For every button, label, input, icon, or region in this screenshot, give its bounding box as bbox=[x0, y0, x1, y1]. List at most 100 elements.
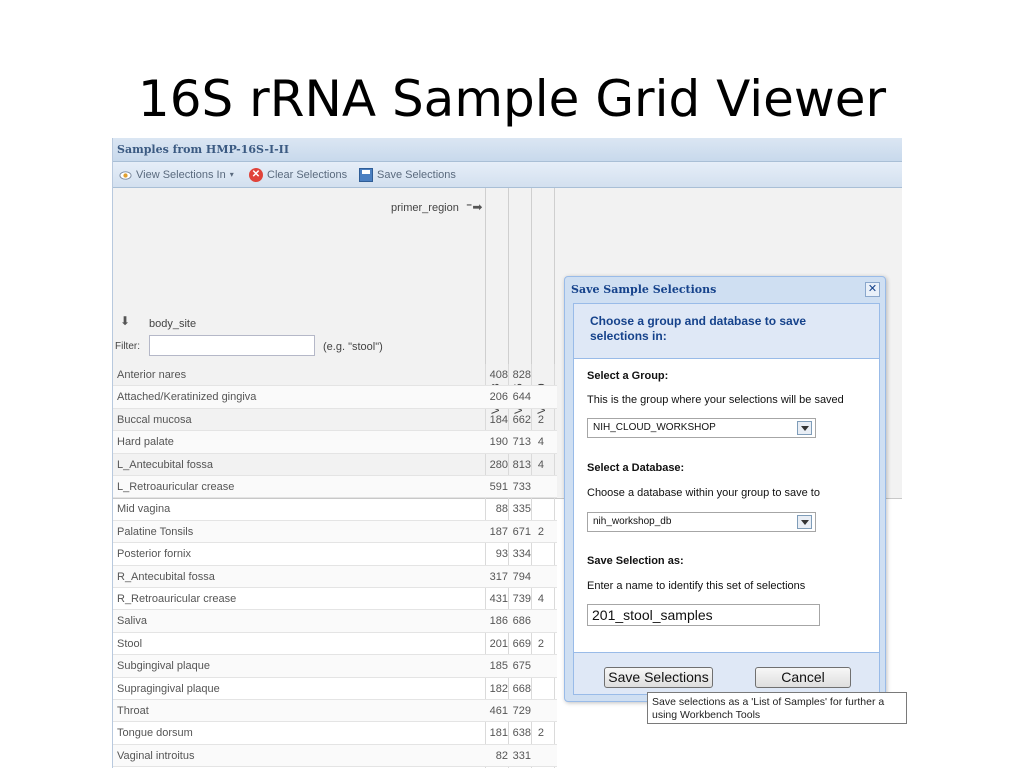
count-cell-v3-v5[interactable]: 794 bbox=[509, 566, 531, 588]
group-select[interactable]: NIH_CLOUD_WORKSHOP bbox=[587, 418, 816, 438]
count-cell-v3-v5[interactable]: 713 bbox=[509, 431, 531, 453]
count-cell-v6-v9[interactable]: 4 bbox=[532, 588, 544, 610]
primer-region-label: primer_region bbox=[391, 202, 459, 214]
clear-selections-button[interactable]: ✕ Clear Selections bbox=[249, 162, 347, 188]
cancel-button[interactable]: Cancel bbox=[755, 667, 851, 688]
table-row[interactable]: Subgingival plaque 185 675 bbox=[113, 655, 557, 678]
count-cell-v3-v5[interactable]: 686 bbox=[509, 610, 531, 632]
count-cell-v6-v9[interactable]: 2 bbox=[532, 633, 544, 655]
count-cell-v1-v3[interactable]: 461 bbox=[486, 700, 508, 722]
table-row[interactable]: R_Antecubital fossa 317 794 bbox=[113, 565, 557, 588]
count-cell-v3-v5[interactable]: 638 bbox=[509, 722, 531, 744]
clear-icon: ✕ bbox=[249, 168, 263, 182]
count-cell-v3-v5[interactable]: 334 bbox=[509, 543, 531, 565]
body-site-cell: Throat bbox=[117, 705, 149, 717]
count-cell-v3-v5[interactable]: 644 bbox=[509, 386, 531, 408]
count-cell-v1-v3[interactable]: 182 bbox=[486, 678, 508, 700]
count-cell-v1-v3[interactable]: 591 bbox=[486, 476, 508, 498]
select-database-text: Choose a database within your group to s… bbox=[587, 487, 820, 499]
count-cell-v1-v3[interactable]: 206 bbox=[486, 386, 508, 408]
table-row[interactable]: Saliva 186 686 bbox=[113, 610, 557, 633]
table-row[interactable]: Supragingival plaque 182 668 bbox=[113, 678, 557, 700]
pivot-right-arrow-icon[interactable]: ⁼➡ bbox=[466, 200, 482, 214]
save-selections-toolbar-button[interactable]: Save Selections bbox=[359, 162, 456, 188]
body-site-cell: Stool bbox=[117, 637, 143, 650]
save-selections-button[interactable]: Save Selections bbox=[604, 667, 713, 688]
table-row[interactable]: L_Retroauricular crease 591 733 bbox=[113, 476, 557, 499]
dialog-title: Save Sample Selections bbox=[571, 283, 717, 296]
table-row[interactable]: Anterior nares 408 828 bbox=[113, 364, 557, 387]
body-site-label: body_site bbox=[149, 318, 197, 330]
filter-input[interactable] bbox=[149, 335, 315, 356]
count-cell-v3-v5[interactable]: 671 bbox=[509, 521, 531, 543]
select-group-text: This is the group where your selections … bbox=[587, 394, 844, 406]
count-cell-v1-v3[interactable]: 408 bbox=[486, 364, 508, 386]
table-row[interactable]: Tongue dorsum 181 638 2 bbox=[113, 722, 557, 745]
close-icon[interactable]: ✕ bbox=[865, 282, 880, 297]
count-cell-v1-v3[interactable]: 317 bbox=[486, 566, 508, 588]
count-cell-v3-v5[interactable]: 729 bbox=[509, 700, 531, 722]
count-cell-v3-v5[interactable]: 828 bbox=[509, 364, 531, 386]
save-selections-label: Save Selections bbox=[377, 169, 456, 181]
slide-title: 16S rRNA Sample Grid Viewer bbox=[137, 70, 887, 128]
count-cell-v3-v5[interactable]: 335 bbox=[509, 498, 531, 520]
save-sample-selections-dialog: Save Sample Selections ✕ Choose a group … bbox=[564, 276, 886, 702]
count-cell-v3-v5[interactable]: 331 bbox=[509, 745, 531, 767]
count-cell-v1-v3[interactable]: 190 bbox=[486, 431, 508, 453]
table-row[interactable]: R_Retroauricular crease 431 739 4 bbox=[113, 588, 557, 611]
count-cell-v6-v9[interactable]: 4 bbox=[532, 431, 544, 453]
count-cell-v1-v3[interactable]: 185 bbox=[486, 655, 508, 677]
body-site-cell: L_Antecubital fossa bbox=[117, 458, 214, 471]
dialog-body: Choose a group and database to save sele… bbox=[573, 303, 880, 695]
count-cell-v1-v3[interactable]: 201 bbox=[486, 633, 508, 655]
table-row[interactable]: Stool 201 669 2 bbox=[113, 633, 557, 656]
table-row[interactable]: Palatine Tonsils 187 671 2 bbox=[113, 520, 557, 544]
count-cell-v6-v9[interactable]: 2 bbox=[532, 521, 544, 543]
count-cell-v3-v5[interactable]: 669 bbox=[509, 633, 531, 655]
view-selections-label: View Selections In bbox=[136, 169, 226, 181]
filter-hint: (e.g. "stool") bbox=[323, 341, 383, 353]
table-row[interactable]: Mid vagina 88 335 bbox=[113, 498, 557, 521]
count-cell-v1-v3[interactable]: 280 bbox=[486, 454, 508, 476]
body-site-cell: Posterior fornix bbox=[117, 548, 191, 561]
dropdown-arrow-icon: ▾ bbox=[229, 170, 234, 179]
table-row[interactable]: Vaginal introitus 82 331 bbox=[113, 744, 557, 768]
chevron-down-icon[interactable] bbox=[797, 421, 812, 435]
view-selections-button[interactable]: View Selections In ▾ bbox=[119, 162, 234, 188]
count-cell-v1-v3[interactable]: 93 bbox=[486, 543, 508, 565]
count-cell-v1-v3[interactable]: 88 bbox=[486, 498, 508, 520]
count-cell-v1-v3[interactable]: 187 bbox=[486, 521, 508, 543]
dialog-footer: Save Selections Cancel bbox=[574, 652, 879, 694]
count-cell-v3-v5[interactable]: 813 bbox=[509, 454, 531, 476]
count-cell-v1-v3[interactable]: 184 bbox=[486, 409, 508, 431]
pivot-down-arrow-icon[interactable]: ⬇ bbox=[120, 314, 130, 328]
count-cell-v1-v3[interactable]: 82 bbox=[486, 745, 508, 767]
table-row[interactable]: Posterior fornix 93 334 bbox=[113, 543, 557, 566]
table-row[interactable]: Buccal mucosa 184 662 2 bbox=[113, 409, 557, 432]
table-row[interactable]: Throat 461 729 bbox=[113, 700, 557, 723]
chevron-down-icon[interactable] bbox=[797, 515, 812, 529]
body-site-cell: R_Antecubital fossa bbox=[117, 570, 215, 583]
count-cell-v1-v3[interactable]: 186 bbox=[486, 610, 508, 632]
eye-icon bbox=[119, 170, 132, 180]
count-cell-v3-v5[interactable]: 733 bbox=[509, 476, 531, 498]
count-cell-v1-v3[interactable]: 431 bbox=[486, 588, 508, 610]
count-cell-v6-v9[interactable]: 4 bbox=[532, 454, 544, 476]
table-row[interactable]: L_Antecubital fossa 280 813 4 bbox=[113, 454, 557, 476]
body-site-cell: Subgingival plaque bbox=[117, 660, 210, 673]
body-site-cell: Palatine Tonsils bbox=[117, 525, 194, 538]
body-site-cell: Tongue dorsum bbox=[117, 727, 193, 740]
count-cell-v6-v9[interactable]: 2 bbox=[532, 409, 544, 431]
count-cell-v1-v3[interactable]: 181 bbox=[486, 722, 508, 744]
table-row[interactable]: Hard palate 190 713 4 bbox=[113, 431, 557, 454]
count-cell-v3-v5[interactable]: 739 bbox=[509, 588, 531, 610]
body-site-cell: Mid vagina bbox=[117, 503, 171, 516]
selection-name-input[interactable]: 201_stool_samples bbox=[587, 604, 820, 626]
database-select[interactable]: nih_workshop_db bbox=[587, 512, 816, 532]
count-cell-v3-v5[interactable]: 668 bbox=[509, 678, 531, 700]
count-cell-v3-v5[interactable]: 675 bbox=[509, 655, 531, 677]
count-cell-v6-v9[interactable]: 2 bbox=[532, 722, 544, 744]
body-site-cell: Hard palate bbox=[117, 436, 174, 449]
count-cell-v3-v5[interactable]: 662 bbox=[509, 409, 531, 431]
table-row[interactable]: Attached/Keratinized gingiva 206 644 bbox=[113, 386, 557, 409]
